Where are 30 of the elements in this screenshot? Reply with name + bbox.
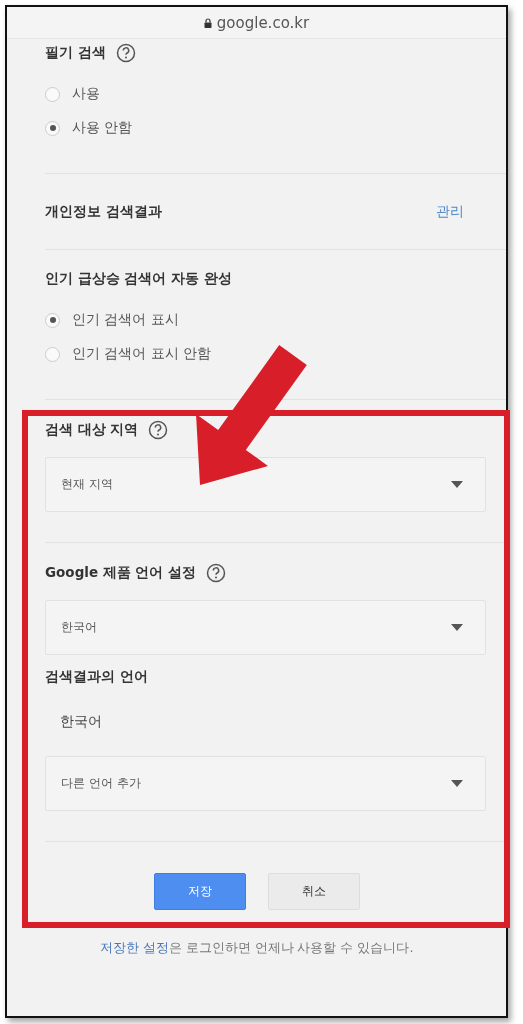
cancel-button[interactable]: 취소 (267, 873, 360, 910)
section-heading: 인기 급상승 검색어 자동 완성 (45, 270, 232, 288)
help-icon[interactable] (115, 43, 136, 63)
radio-label: 사용 (72, 85, 100, 103)
radio-button[interactable] (45, 86, 60, 102)
url-text: google.co.kr (216, 13, 310, 32)
lock-icon (203, 17, 212, 28)
caret-icon (451, 780, 463, 787)
caret-icon (451, 624, 463, 631)
section-heading: 검색결과의 언어 (45, 668, 148, 686)
saved-settings-link[interactable]: 저장한 설정 (99, 940, 169, 955)
radio-button[interactable] (45, 312, 60, 328)
section-heading: 검색 대상 지역 (45, 421, 139, 439)
radio-label: 사용 안함 (72, 119, 133, 137)
radio-button[interactable] (45, 346, 60, 362)
section-heading: 개인정보 검색결과 (45, 202, 162, 221)
dropdown[interactable]: 현재 지역 (45, 457, 486, 512)
language-item: 한국어 (59, 712, 103, 731)
section-heading: 필기 검색 (45, 44, 106, 62)
radio-button[interactable] (45, 120, 60, 136)
manage-link[interactable]: 관리 (436, 202, 464, 221)
help-icon[interactable] (148, 420, 169, 440)
caret-icon (451, 481, 463, 488)
section-heading: Google 제품 언어 설정 (45, 564, 197, 582)
radio-label: 인기 검색어 표시 (72, 311, 179, 329)
dropdown[interactable]: 다른 언어 추가 (45, 756, 486, 811)
footer-note: 저장한 설정 은 로그인하면 언제나 사용할 수 있습니다. (98, 940, 415, 957)
radio-label: 인기 검색어 표시 안함 (72, 345, 211, 363)
help-icon[interactable] (206, 563, 227, 583)
dropdown[interactable]: 한국어 (45, 600, 486, 655)
